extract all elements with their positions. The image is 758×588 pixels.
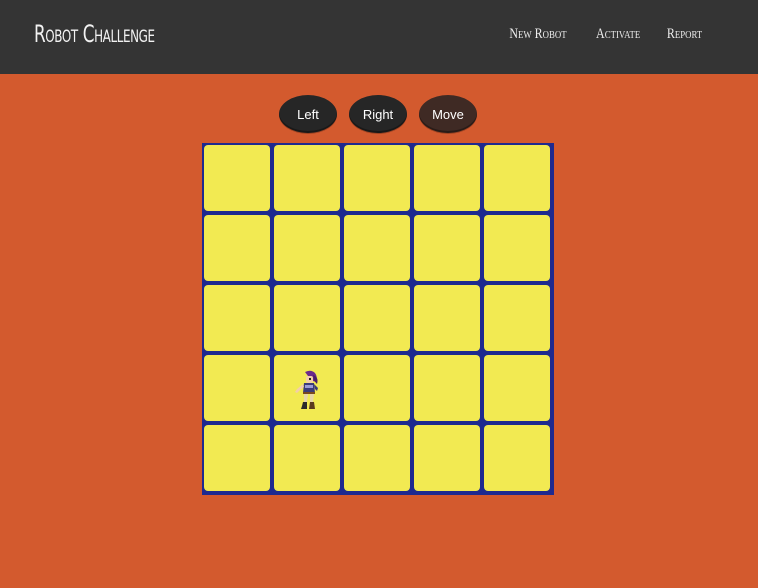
left-button[interactable]: Left	[279, 95, 337, 133]
move-button[interactable]: Move	[419, 95, 477, 133]
board-cell	[204, 425, 270, 491]
robot-sprite-icon	[295, 370, 318, 409]
board	[202, 143, 554, 495]
board-cell	[344, 215, 410, 281]
board-cell	[484, 145, 550, 211]
board-cell	[414, 285, 480, 351]
board-cell	[274, 285, 340, 351]
nav-activate-link[interactable]: Activate	[596, 26, 640, 43]
navbar: Robot Challenge New Robot Activate Repor…	[0, 0, 758, 74]
board-cell	[414, 145, 480, 211]
nav-new-robot-link[interactable]: New Robot	[509, 26, 566, 43]
nav-links: New Robot Activate Report	[477, 26, 702, 43]
nav-report-link[interactable]: Report	[667, 26, 702, 43]
board-cell	[204, 355, 270, 421]
board-cell	[414, 215, 480, 281]
board-cell	[484, 285, 550, 351]
board-cell	[274, 145, 340, 211]
board-cell	[414, 425, 480, 491]
board-cell	[414, 355, 480, 421]
board-cell	[344, 425, 410, 491]
board-cell	[344, 355, 410, 421]
board-cell	[204, 145, 270, 211]
board-cell	[344, 145, 410, 211]
board-cell	[344, 285, 410, 351]
control-buttons: Left Right Move	[279, 95, 489, 133]
board-cell	[484, 425, 550, 491]
right-button[interactable]: Right	[349, 95, 407, 133]
board-cell	[204, 215, 270, 281]
board-cell	[204, 285, 270, 351]
board-cell	[274, 425, 340, 491]
board-cell	[484, 355, 550, 421]
board-cell	[484, 215, 550, 281]
board-cell	[274, 215, 340, 281]
brand-title[interactable]: Robot Challenge	[34, 20, 155, 48]
board-grid	[203, 144, 553, 492]
board-cell	[274, 355, 340, 421]
